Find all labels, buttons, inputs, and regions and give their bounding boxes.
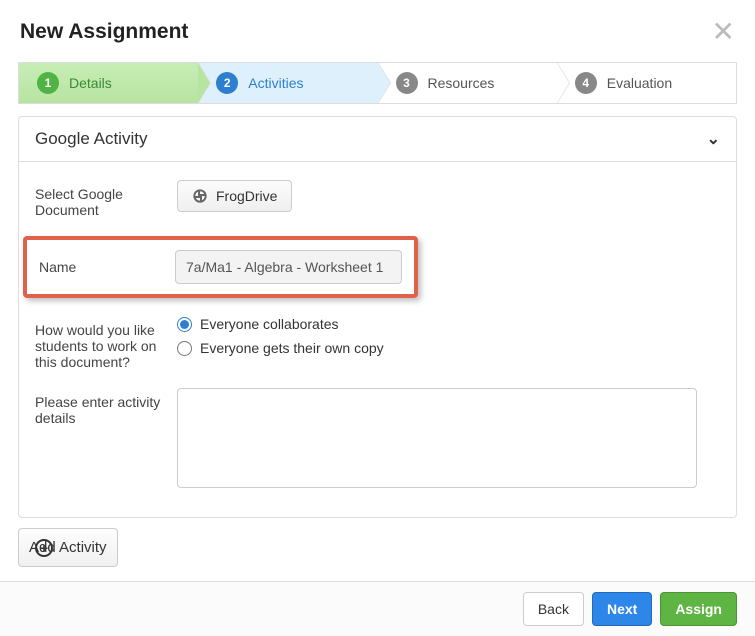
step-label: Resources <box>428 75 495 91</box>
radio-own-input[interactable] <box>177 341 192 356</box>
step-details[interactable]: 1 Details <box>19 63 198 103</box>
panel-title: Google Activity <box>35 129 147 149</box>
activity-panel: Google Activity ⌄ Select Google Document… <box>18 116 737 518</box>
next-button[interactable]: Next <box>592 592 652 626</box>
radio-own-copy[interactable]: Everyone gets their own copy <box>177 340 720 356</box>
frogdrive-icon <box>192 188 208 204</box>
step-evaluation[interactable]: 4 Evaluation <box>557 63 736 103</box>
chevron-down-icon: ⌄ <box>707 129 720 149</box>
radio-own-label: Everyone gets their own copy <box>200 340 384 356</box>
frogdrive-label: FrogDrive <box>216 188 277 204</box>
step-label: Details <box>69 75 112 91</box>
panel-header[interactable]: Google Activity ⌄ <box>19 117 736 162</box>
step-resources[interactable]: 3 Resources <box>378 63 557 103</box>
radio-everyone-collaborates[interactable]: Everyone collaborates <box>177 316 720 332</box>
select-document-label: Select Google Document <box>35 180 177 218</box>
step-label: Activities <box>248 75 303 91</box>
footer: Back Next Assign <box>0 581 755 636</box>
step-number: 1 <box>37 72 59 94</box>
close-button[interactable]: ✕ <box>712 18 735 46</box>
step-number: 3 <box>396 72 418 94</box>
wizard-steps: 1 Details 2 Activities 3 Resources 4 Eva… <box>18 62 737 104</box>
activity-details-textarea[interactable] <box>177 388 697 488</box>
work-mode-label: How would you like students to work on t… <box>35 316 177 370</box>
step-label: Evaluation <box>607 75 672 91</box>
name-input[interactable] <box>175 250 402 284</box>
step-activities[interactable]: 2 Activities <box>198 63 377 103</box>
step-number: 2 <box>216 72 238 94</box>
radio-collab-input[interactable] <box>177 317 192 332</box>
activity-details-label: Please enter activity details <box>35 388 177 426</box>
name-highlight: Name <box>23 236 418 298</box>
assign-button[interactable]: Assign <box>660 592 737 626</box>
name-label: Name <box>39 259 175 275</box>
plus-icon: + <box>35 539 53 557</box>
close-icon: ✕ <box>712 16 735 47</box>
step-number: 4 <box>575 72 597 94</box>
back-button[interactable]: Back <box>523 592 584 626</box>
page-title: New Assignment <box>20 20 188 44</box>
frogdrive-button[interactable]: FrogDrive <box>177 180 292 212</box>
radio-collab-label: Everyone collaborates <box>200 316 339 332</box>
add-activity-button[interactable]: + Add Activity <box>18 528 118 567</box>
